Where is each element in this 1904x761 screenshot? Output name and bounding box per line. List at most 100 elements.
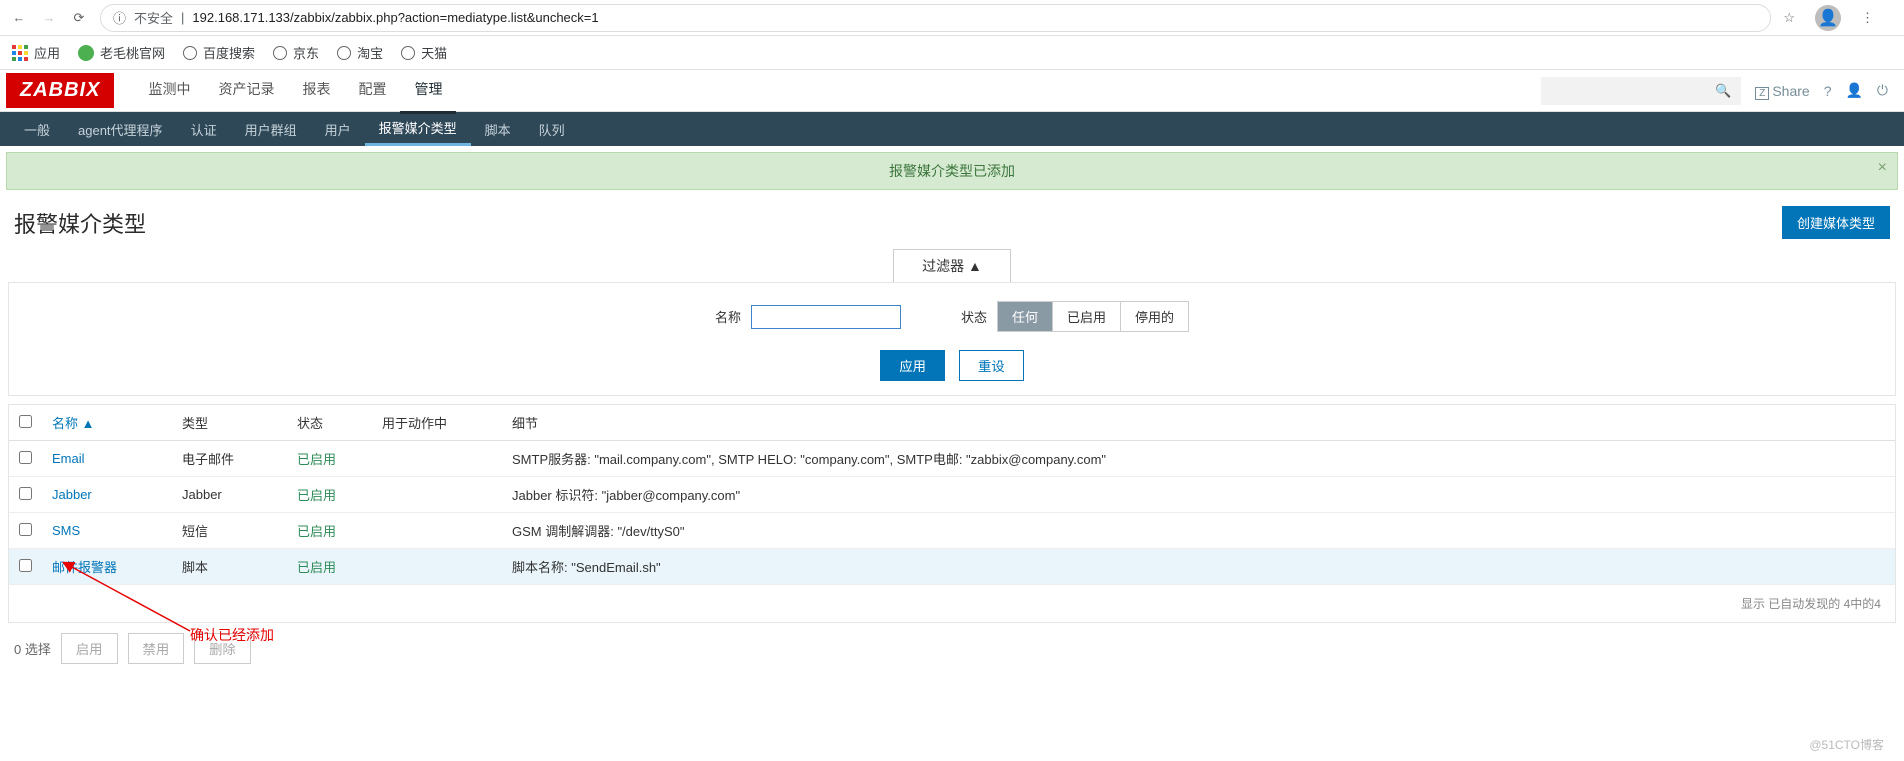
subnav-auth[interactable]: 认证 <box>177 112 231 146</box>
status-link[interactable]: 已启用 <box>297 560 336 575</box>
used-in-actions <box>372 477 502 513</box>
col-details[interactable]: 细节 <box>502 405 1895 441</box>
filter-toggle[interactable]: 过滤器 ▲ <box>893 249 1011 282</box>
bookmark-item[interactable]: 百度搜索 <box>183 43 255 62</box>
globe-icon <box>401 46 415 60</box>
row-checkbox[interactable] <box>19 523 32 536</box>
media-name-link[interactable]: 邮件报警器 <box>52 560 117 575</box>
share-button[interactable]: ZShare <box>1755 83 1809 99</box>
filter-status-label: 状态 <box>961 307 987 326</box>
create-media-type-button[interactable]: 创建媒体类型 <box>1782 206 1890 239</box>
address-bar[interactable]: ⓘ 不安全 | 192.168.171.133/zabbix/zabbix.ph… <box>100 4 1771 32</box>
search-icon: 🔍 <box>1715 83 1731 99</box>
subnav-queue[interactable]: 队列 <box>525 112 579 146</box>
media-details: SMTP服务器: "mail.company.com", SMTP HELO: … <box>502 441 1895 477</box>
profile-avatar-icon[interactable]: 👤 <box>1815 5 1841 31</box>
col-used-in[interactable]: 用于动作中 <box>372 405 502 441</box>
subnav-proxies[interactable]: agent代理程序 <box>64 112 177 146</box>
bookmark-item[interactable]: 老毛桃官网 <box>78 43 165 62</box>
user-icon[interactable]: 👤 <box>1845 82 1862 99</box>
bookmarks-bar: 应用 老毛桃官网 百度搜索 京东 淘宝 天猫 <box>0 36 1904 70</box>
url-text: 192.168.171.133/zabbix/zabbix.php?action… <box>192 10 598 25</box>
media-name-link[interactable]: Email <box>52 451 85 466</box>
used-in-actions <box>372 441 502 477</box>
message-text: 报警媒介类型已添加 <box>889 163 1015 179</box>
menu-icon[interactable]: ⋮ <box>1861 10 1874 26</box>
success-message: 报警媒介类型已添加 × <box>6 152 1898 190</box>
browser-toolbar: ← → ⟳ ⓘ 不安全 | 192.168.171.133/zabbix/zab… <box>0 0 1904 36</box>
subnav-general[interactable]: 一般 <box>10 112 64 146</box>
status-disabled[interactable]: 停用的 <box>1121 302 1188 331</box>
status-any[interactable]: 任何 <box>998 302 1053 331</box>
used-in-actions <box>372 549 502 585</box>
star-icon[interactable]: ☆ <box>1783 10 1795 26</box>
zabbix-logo[interactable]: ZABBIX <box>6 73 114 108</box>
close-icon[interactable]: × <box>1878 159 1887 177</box>
bookmark-item[interactable]: 天猫 <box>401 43 447 62</box>
nav-inventory[interactable]: 资产记录 <box>204 67 288 114</box>
globe-icon <box>337 46 351 60</box>
row-checkbox[interactable] <box>19 451 32 464</box>
col-type[interactable]: 类型 <box>172 405 287 441</box>
media-name-link[interactable]: SMS <box>52 523 80 538</box>
filter-reset-button[interactable]: 重设 <box>959 350 1024 381</box>
row-checkbox[interactable] <box>19 487 32 500</box>
filter-name-label: 名称 <box>715 307 741 326</box>
bookmark-item[interactable]: 京东 <box>273 43 319 62</box>
select-all-checkbox[interactable] <box>19 415 32 428</box>
selected-count: 0 选择 <box>14 639 51 658</box>
media-type: 短信 <box>172 513 287 549</box>
media-type: 电子邮件 <box>172 441 287 477</box>
table-row: Email 电子邮件已启用 SMTP服务器: "mail.company.com",… <box>9 441 1895 477</box>
bulk-disable-button[interactable]: 禁用 <box>128 633 185 664</box>
table-footer: 显示 已自动发现的 4中的4 <box>9 585 1895 622</box>
filter-apply-button[interactable]: 应用 <box>880 350 945 381</box>
nav-monitoring[interactable]: 监测中 <box>134 67 204 114</box>
media-types-table: 名称 ▲ 类型 状态 用于动作中 细节 Email电子邮件已启用SMTP服务器:… <box>8 404 1896 623</box>
reload-icon[interactable]: ⟳ <box>70 9 88 27</box>
sub-nav: 一般 agent代理程序 认证 用户群组 用户 报警媒介类型 脚本 队列 <box>0 112 1904 146</box>
globe-icon <box>183 46 197 60</box>
search-input[interactable]: 🔍 <box>1541 77 1741 105</box>
status-enabled[interactable]: 已启用 <box>1053 302 1121 331</box>
watermark: @51CTO博客 <box>1809 736 1884 753</box>
bulk-actions-bar: 0 选择 启用 禁用 删除 确认已经添加 <box>0 623 1904 674</box>
globe-icon <box>273 46 287 60</box>
media-type: 脚本 <box>172 549 287 585</box>
power-icon[interactable]: ⏻ <box>1877 82 1888 99</box>
media-details: 脚本名称: "SendEmail.sh" <box>502 549 1895 585</box>
page-header: 报警媒介类型 创建媒体类型 <box>0 196 1904 249</box>
forward-icon[interactable]: → <box>40 9 58 27</box>
media-name-link[interactable]: Jabber <box>52 487 92 502</box>
status-link[interactable]: 已启用 <box>297 524 336 539</box>
main-nav: 监测中 资产记录 报表 配置 管理 <box>134 67 456 114</box>
app-header: ZABBIX 监测中 资产记录 报表 配置 管理 🔍 ZShare ? 👤 ⏻ <box>0 70 1904 112</box>
status-filter-group: 任何 已启用 停用的 <box>997 301 1189 332</box>
back-icon[interactable]: ← <box>10 9 28 27</box>
table-row: SMS短信已启用GSM 调制解调器: "/dev/ttyS0" <box>9 513 1895 549</box>
subnav-scripts[interactable]: 脚本 <box>471 112 525 146</box>
bookmark-item[interactable]: 淘宝 <box>337 43 383 62</box>
insecure-label: 不安全 <box>134 8 173 27</box>
row-checkbox[interactable] <box>19 559 32 572</box>
nav-reports[interactable]: 报表 <box>288 67 344 114</box>
filter-section: 过滤器 ▲ 名称 状态 任何 已启用 停用的 应用 重设 <box>8 249 1896 396</box>
media-type: Jabber <box>172 477 287 513</box>
help-icon[interactable]: ? <box>1824 83 1832 99</box>
apps-shortcut[interactable]: 应用 <box>12 43 60 62</box>
subnav-users[interactable]: 用户 <box>311 112 365 146</box>
subnav-usergroups[interactable]: 用户群组 <box>231 112 311 146</box>
status-link[interactable]: 已启用 <box>297 488 336 503</box>
page-title: 报警媒介类型 <box>14 207 146 239</box>
apps-grid-icon <box>12 45 28 61</box>
nav-administration[interactable]: 管理 <box>400 67 456 114</box>
table-row: 邮件报警器 脚本已启用 脚本名称: "SendEmail.sh" <box>9 549 1895 585</box>
bulk-enable-button[interactable]: 启用 <box>61 633 118 664</box>
col-name[interactable]: 名称 ▲ <box>42 405 172 441</box>
col-status[interactable]: 状态 <box>287 405 372 441</box>
nav-configuration[interactable]: 配置 <box>344 67 400 114</box>
filter-name-input[interactable] <box>751 305 901 329</box>
status-link[interactable]: 已启用 <box>297 452 336 467</box>
annotation-text: 确认已经添加 <box>190 625 274 645</box>
subnav-mediatypes[interactable]: 报警媒介类型 <box>365 112 471 146</box>
